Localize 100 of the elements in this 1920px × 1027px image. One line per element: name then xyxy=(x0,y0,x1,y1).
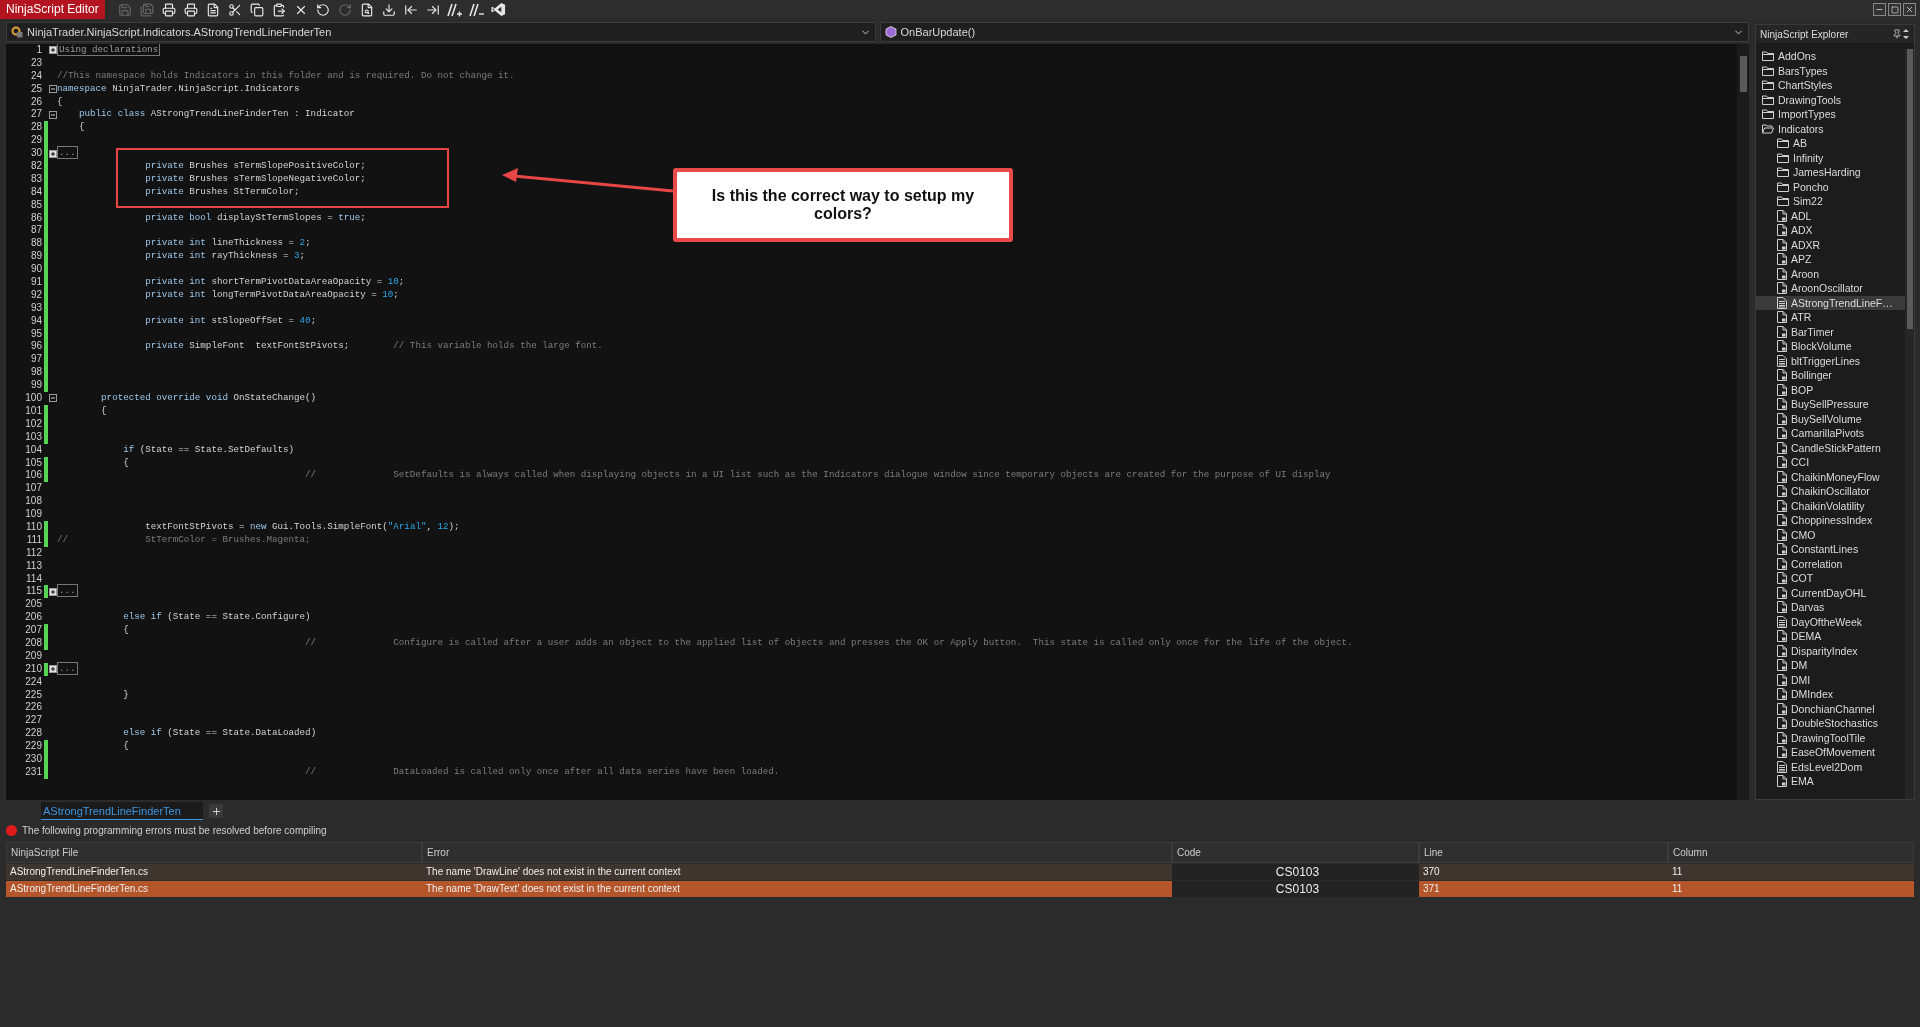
tree-item[interactable]: AroonOscillator xyxy=(1756,281,1905,296)
code-line: } xyxy=(122,688,129,702)
fold-plus-icon[interactable] xyxy=(48,46,57,55)
tree-item[interactable]: Indicators xyxy=(1756,121,1905,136)
tree-item[interactable]: EdsLevel2Dom xyxy=(1756,759,1905,774)
column-header[interactable]: Code xyxy=(1172,842,1419,863)
tree-item[interactable]: ChartStyles xyxy=(1756,78,1905,93)
tree-item[interactable]: Infinity xyxy=(1756,150,1905,165)
tree-item[interactable]: ChaikinOscillator xyxy=(1756,484,1905,499)
cut-button[interactable] xyxy=(226,1,243,18)
tree-item[interactable]: ChaikinVolatility xyxy=(1756,498,1905,513)
tree-item[interactable]: ChoppinessIndex xyxy=(1756,513,1905,528)
collapsed-region[interactable]: Using declarations xyxy=(57,44,161,56)
collapsed-region[interactable]: ... xyxy=(57,661,78,675)
maximize-button[interactable] xyxy=(1888,3,1901,16)
close-button[interactable] xyxy=(1903,3,1916,16)
scrollbar[interactable] xyxy=(1737,44,1749,800)
tree-item[interactable]: ImportTypes xyxy=(1756,107,1905,122)
tree-item[interactable]: DrawingToolTile xyxy=(1756,730,1905,745)
tree-item[interactable]: DoubleStochastics xyxy=(1756,716,1905,731)
tree-item[interactable]: bltTriggerLines xyxy=(1756,353,1905,368)
collapsed-region[interactable]: ... xyxy=(57,146,78,160)
copy-button[interactable] xyxy=(248,1,265,18)
tree-item[interactable]: AddOns xyxy=(1756,49,1905,64)
fold-plus-icon[interactable] xyxy=(48,665,57,674)
tree-item[interactable]: Bollinger xyxy=(1756,368,1905,383)
fold-plus-icon[interactable] xyxy=(48,587,57,596)
column-header[interactable]: Line xyxy=(1419,842,1668,863)
tree-item[interactable]: EMA xyxy=(1756,774,1905,789)
tree-item[interactable]: BarsTypes xyxy=(1756,63,1905,78)
tree-item[interactable]: CurrentDayOHL xyxy=(1756,585,1905,600)
comment-button[interactable] xyxy=(446,1,463,18)
uncomment-button[interactable] xyxy=(468,1,485,18)
import-button[interactable] xyxy=(380,1,397,18)
file-icon xyxy=(1777,427,1787,440)
undo-button[interactable] xyxy=(314,1,331,18)
tree-item[interactable]: Darvas xyxy=(1756,600,1905,615)
column-header[interactable]: Column xyxy=(1668,842,1914,863)
file-icon xyxy=(1777,659,1787,672)
tree-item[interactable]: ChaikinMoneyFlow xyxy=(1756,469,1905,484)
file-icon xyxy=(1777,267,1787,280)
collapsed-region[interactable]: ... xyxy=(57,584,78,598)
member-dropdown[interactable]: OnBarUpdate() xyxy=(879,22,1749,42)
tree-item[interactable]: DayOftheWeek xyxy=(1756,614,1905,629)
tree-item[interactable]: BuySellPressure xyxy=(1756,397,1905,412)
pin-icon[interactable] xyxy=(1892,29,1902,39)
tree-item[interactable]: Poncho xyxy=(1756,179,1905,194)
tree-item-label: DayOftheWeek xyxy=(1791,615,1862,628)
tree-item-label: CMO xyxy=(1791,528,1816,541)
fold-minus-icon[interactable] xyxy=(48,394,57,403)
tree-item[interactable]: AStrongTrendLineF… xyxy=(1756,295,1905,310)
tree-item[interactable]: DM xyxy=(1756,658,1905,673)
tree-item[interactable]: CandleStickPattern xyxy=(1756,440,1905,455)
tree-item[interactable]: CCI xyxy=(1756,455,1905,470)
namespace-dropdown[interactable]: NinjaTrader.NinjaScript.Indicators.AStrongTrendLineFinderTen xyxy=(6,22,876,42)
tree-item[interactable]: Correlation xyxy=(1756,556,1905,571)
tree-item[interactable]: Aroon xyxy=(1756,266,1905,281)
tree-item[interactable]: ATR xyxy=(1756,310,1905,325)
tree-item[interactable]: DMIndex xyxy=(1756,687,1905,702)
tree-item[interactable]: DEMA xyxy=(1756,629,1905,644)
tree-item[interactable]: BlockVolume xyxy=(1756,339,1905,354)
tree-item[interactable]: AB xyxy=(1756,136,1905,151)
tree-item[interactable]: Sim22 xyxy=(1756,194,1905,209)
column-header[interactable]: NinjaScript File xyxy=(6,842,422,863)
scroll-arrows-icon[interactable] xyxy=(1902,27,1910,41)
tree-item[interactable]: BuySellVolume xyxy=(1756,411,1905,426)
fold-plus-icon[interactable] xyxy=(48,149,57,158)
tree-item[interactable]: BarTimer xyxy=(1756,324,1905,339)
tree-item[interactable]: EaseOfMovement xyxy=(1756,745,1905,760)
tree-item[interactable]: ADXR xyxy=(1756,237,1905,252)
line-number: 226 xyxy=(24,701,42,715)
tree-item[interactable]: BOP xyxy=(1756,382,1905,397)
print-button[interactable] xyxy=(160,1,177,18)
tree-item[interactable]: CMO xyxy=(1756,527,1905,542)
tree-item[interactable]: ADX xyxy=(1756,223,1905,238)
minimize-button[interactable] xyxy=(1873,3,1886,16)
tree-item[interactable]: ADL xyxy=(1756,208,1905,223)
tree-item[interactable]: APZ xyxy=(1756,252,1905,267)
line-number: 101 xyxy=(24,404,42,418)
print-preview-button[interactable] xyxy=(182,1,199,18)
tree-item-label: AroonOscillator xyxy=(1791,282,1863,295)
fold-minus-icon[interactable] xyxy=(48,110,57,119)
tree-item[interactable]: DisparityIndex xyxy=(1756,643,1905,658)
file-icon xyxy=(1777,528,1787,541)
fold-minus-icon[interactable] xyxy=(48,85,57,94)
scrollbar[interactable] xyxy=(1905,49,1914,799)
column-header[interactable]: Error xyxy=(422,842,1172,863)
tree-item[interactable]: DonchianChannel xyxy=(1756,701,1905,716)
tree-item[interactable]: DrawingTools xyxy=(1756,92,1905,107)
tree-item[interactable]: COT xyxy=(1756,571,1905,586)
tree-item-label: AB xyxy=(1793,137,1807,150)
tree-item[interactable]: JamesHarding xyxy=(1756,165,1905,180)
tree-item[interactable]: ConstantLines xyxy=(1756,542,1905,557)
document-tab[interactable]: AStrongTrendLineFinderTen xyxy=(41,802,203,820)
line-number: 28 xyxy=(29,121,42,135)
tree-item[interactable]: DMI xyxy=(1756,672,1905,687)
add-tab-button[interactable] xyxy=(209,804,223,818)
tree-item[interactable]: CamarillaPivots xyxy=(1756,426,1905,441)
printer-icon xyxy=(183,2,198,17)
file-icon xyxy=(1777,224,1787,237)
